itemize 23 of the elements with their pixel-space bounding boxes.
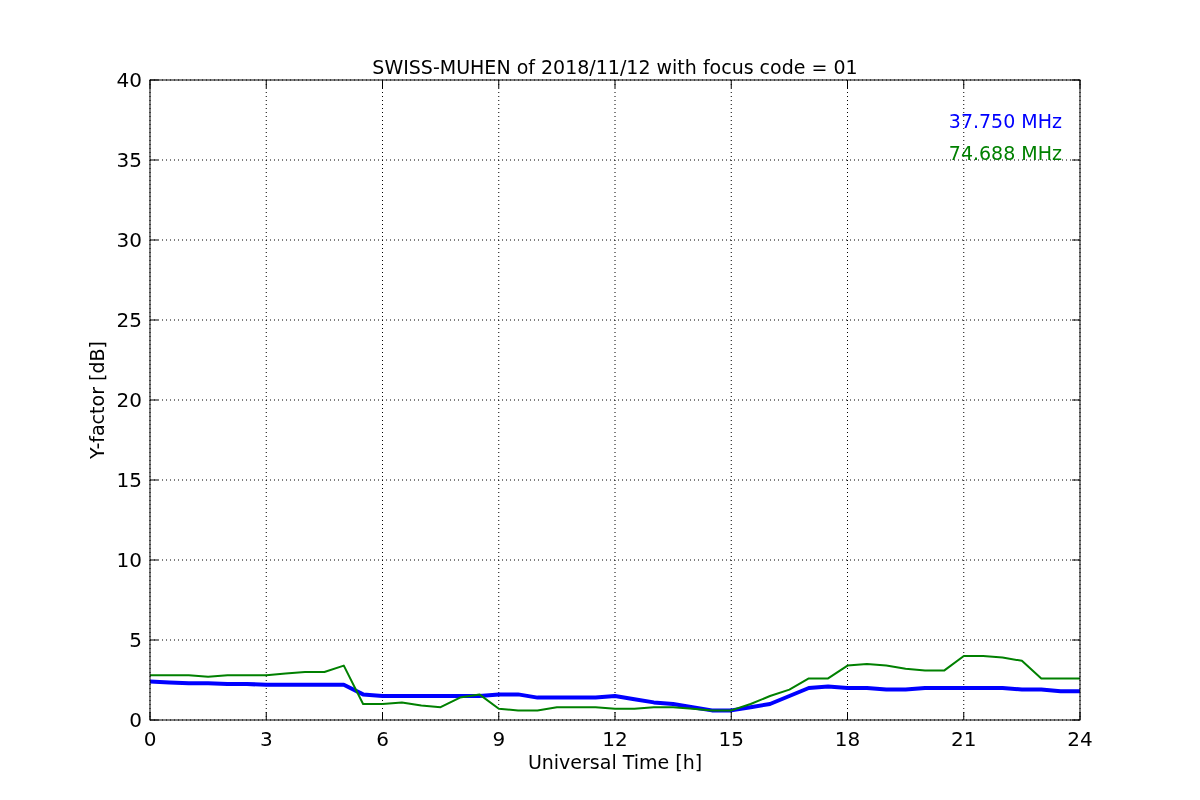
x-tick-label: 18 [834,727,861,751]
x-tick-label: 3 [259,727,273,751]
legend-label: 37.750 MHz [948,110,1062,132]
chart-title: SWISS-MUHEN of 2018/11/12 with focus code = 01 [372,56,858,78]
y-tick-label: 0 [129,708,142,732]
x-tick-label: 9 [492,727,506,751]
x-tick-label: 15 [718,727,744,751]
y-tick-label: 30 [116,228,142,252]
y-tick-label: 15 [116,468,142,492]
x-tick-label: 6 [376,727,389,751]
x-tick-label: 12 [602,727,628,751]
x-axis-title: Universal Time [h] [527,751,703,773]
x-tick-label: 0 [143,727,157,751]
x-tick-label: 21 [951,727,977,751]
x-tick-label: 24 [1067,727,1093,751]
y-tick-label: 10 [116,548,142,572]
y-tick-label: 40 [116,68,142,92]
y-tick-label: 5 [129,628,142,652]
y-tick-label: 20 [116,388,142,412]
y-tick-label: 35 [116,148,142,172]
y-tick-label: 25 [116,308,142,332]
legend-label: 74.688 MHz [948,142,1062,164]
y-axis-title: Y-factor [dB] [86,341,108,459]
